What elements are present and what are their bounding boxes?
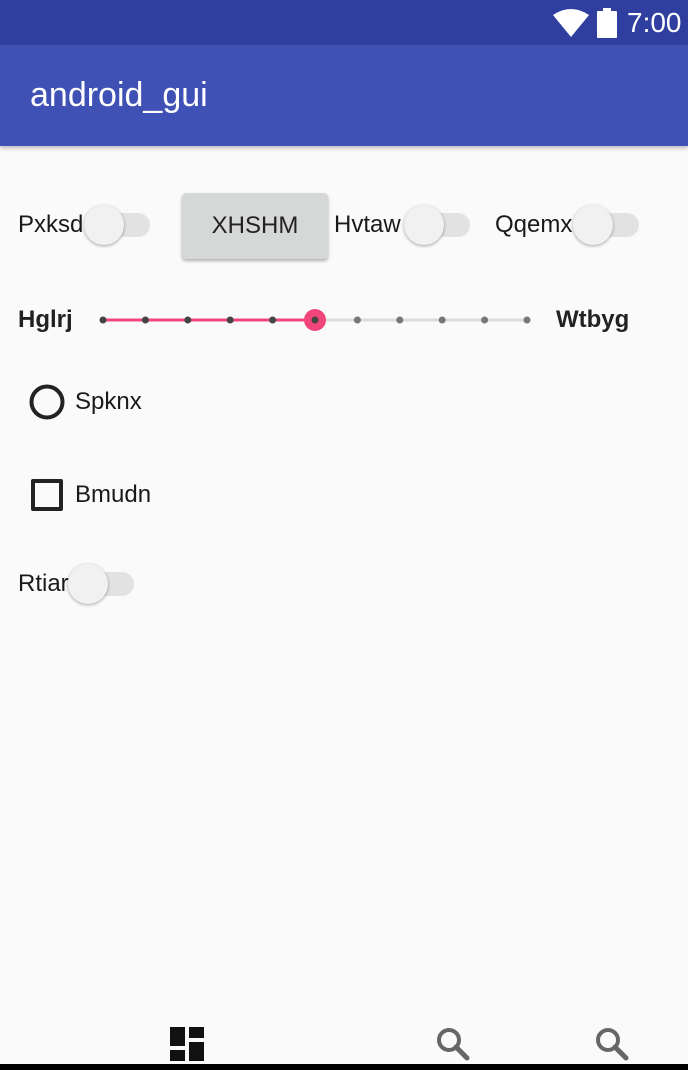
seekbar-tick [99, 316, 107, 324]
wifi-icon [553, 9, 589, 37]
bmudn-checkbox[interactable] [31, 479, 63, 511]
search-icon [437, 1028, 470, 1061]
seekbar-tick [481, 316, 489, 324]
switch-thumb [68, 564, 108, 604]
switch-hvtaw-label: Hvtaw [334, 211, 401, 238]
seekbar-left-label: Hglrj [18, 306, 73, 333]
seekbar-thumb-tick [311, 316, 319, 324]
nav-item-dashboard[interactable] [157, 1018, 217, 1070]
bmudn-checkbox-label: Bmudn [75, 481, 152, 508]
bottom-navigation [0, 1010, 688, 1070]
navigation-bar-edge [0, 1064, 688, 1070]
status-bar: 7:00 [0, 0, 688, 45]
switch-thumb [573, 205, 613, 245]
spknx-radio-label: Spknx [75, 388, 142, 415]
switch-rtiar-label: Rtiar [18, 570, 69, 597]
switch-thumb [84, 205, 124, 245]
nav-item-search-2[interactable] [582, 1018, 642, 1070]
xhshm-button[interactable]: XHSHM [182, 193, 328, 259]
seekbar-tick [184, 316, 192, 324]
seekbar-tick [353, 316, 361, 324]
switch-pxksd[interactable] [84, 205, 150, 245]
seekbar-tick [438, 316, 446, 324]
seekbar-tick [523, 316, 531, 324]
app-bar: android_gui [0, 45, 688, 146]
switch-rtiar[interactable] [68, 564, 134, 604]
switch-qqemx-label: Qqemx [495, 211, 573, 238]
seekbar-tick [396, 316, 404, 324]
nav-item-search-1[interactable] [423, 1018, 483, 1070]
status-time: 7:00 [627, 7, 682, 38]
dashboard-icon [170, 1027, 204, 1061]
switch-thumb [404, 205, 444, 245]
switch-qqemx[interactable] [573, 205, 639, 245]
switch-pxksd-label: Pxksd [18, 211, 84, 238]
seekbar-tick [141, 316, 149, 324]
spknx-radio[interactable] [29, 384, 65, 420]
switch-hvtaw[interactable] [404, 205, 470, 245]
seekbar[interactable] [90, 300, 540, 340]
app-title: android_gui [30, 76, 208, 114]
seekbar-tick [269, 316, 277, 324]
search-icon [596, 1028, 629, 1061]
battery-icon [597, 8, 617, 38]
seekbar-tick [226, 316, 234, 324]
seekbar-right-label: Wtbyg [556, 306, 630, 333]
